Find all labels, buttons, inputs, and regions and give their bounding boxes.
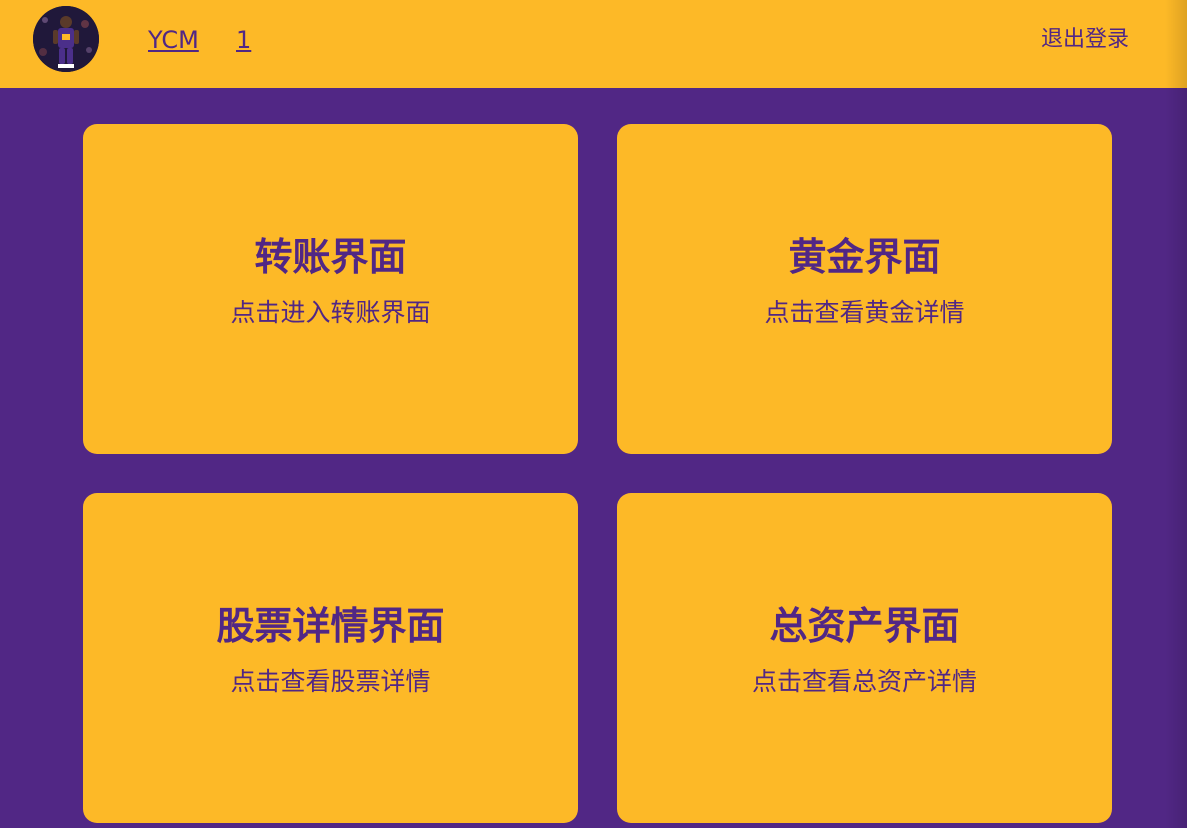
user-avatar-icon <box>33 6 99 72</box>
avatar[interactable] <box>33 6 99 72</box>
top-header: YCM 1 退出登录 <box>0 0 1187 88</box>
card-description: 点击查看黄金详情 <box>764 298 965 327</box>
card-title: 转账界面 <box>254 235 407 279</box>
logout-button[interactable]: 退出登录 <box>1041 24 1129 56</box>
card-description: 点击查看股票详情 <box>230 667 431 696</box>
card-title: 总资产界面 <box>769 604 960 648</box>
card-title: 股票详情界面 <box>216 604 445 648</box>
user-id-link[interactable]: 1 <box>236 24 251 56</box>
stock-card[interactable]: 股票详情界面 点击查看股票详情 <box>83 493 578 823</box>
card-description: 点击进入转账界面 <box>230 298 431 327</box>
card-title: 黄金界面 <box>788 235 941 279</box>
gold-card[interactable]: 黄金界面 点击查看黄金详情 <box>617 124 1112 454</box>
transfer-card[interactable]: 转账界面 点击进入转账界面 <box>83 124 578 454</box>
card-description: 点击查看总资产详情 <box>751 667 977 696</box>
total-assets-card[interactable]: 总资产界面 点击查看总资产详情 <box>617 493 1112 823</box>
username-link[interactable]: YCM <box>148 24 199 56</box>
scroll-shadow <box>1165 0 1187 828</box>
